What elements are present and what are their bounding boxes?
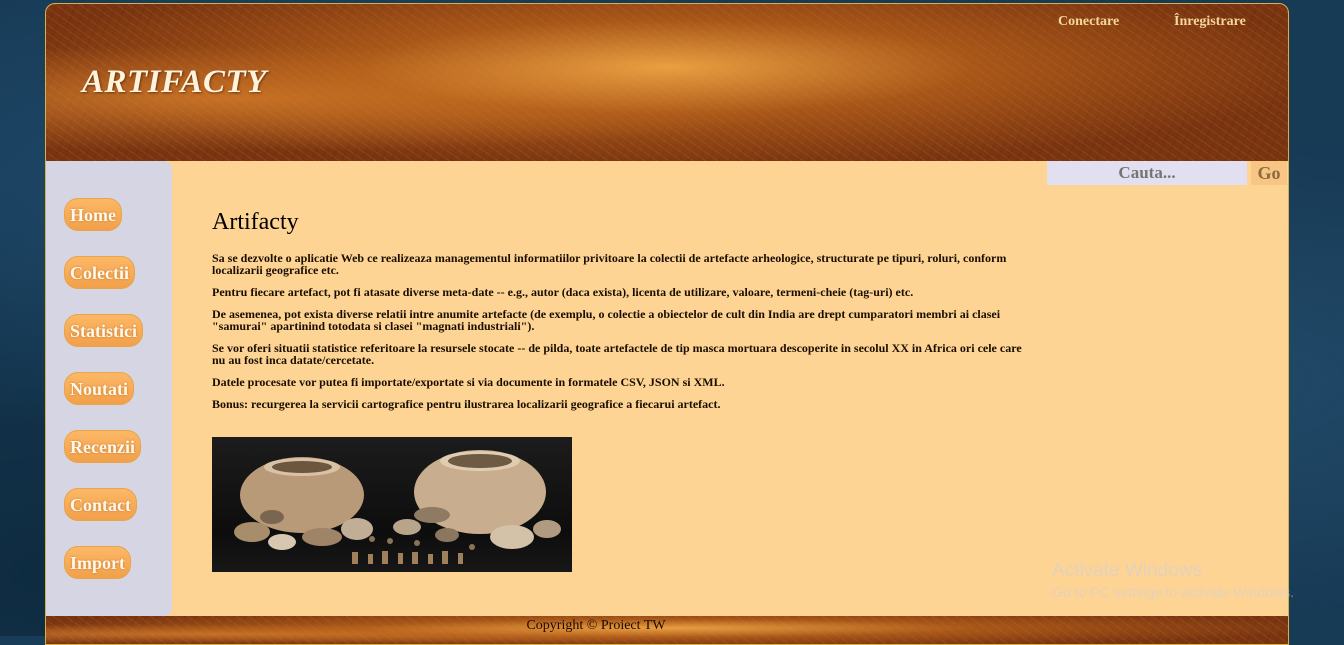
artifacts-photo <box>212 437 572 572</box>
main-content: Artifacty Sa se dezvolte o aplicatie Web… <box>212 209 1022 420</box>
nav-recenzii-button[interactable]: Recenzii <box>64 430 141 463</box>
copyright-text: Copyright © Proiect TW <box>526 618 666 633</box>
import-export-paragraph: Datele procesate vor putea fi importate/… <box>212 375 725 389</box>
intro-paragraph: Sa se dezvolte o aplicatie Web ce realiz… <box>212 251 1007 277</box>
metadata-paragraph: Pentru fiecare artefact, pot fi atasate … <box>212 285 914 299</box>
page-title: Artifacty <box>212 209 299 235</box>
login-link[interactable]: Conectare <box>1058 14 1119 30</box>
register-link[interactable]: Înregistrare <box>1174 14 1246 30</box>
nav-home-button[interactable]: Home <box>64 198 122 231</box>
os-activation-watermark: Activate Windows Go to PC settings to ac… <box>1052 560 1294 600</box>
nav-import-button[interactable]: Import <box>64 546 131 579</box>
nav-statistici-button[interactable]: Statistici <box>64 314 143 347</box>
search-input[interactable] <box>1047 161 1247 185</box>
site-header: ARTIFACTY Conectare Înregistrare <box>46 4 1288 161</box>
search-go-button[interactable]: Go <box>1251 161 1287 185</box>
watermark-subtitle: Go to PC settings to activate Windows. <box>1052 584 1294 600</box>
site-footer: Copyright © Proiect TW <box>46 616 1288 644</box>
nav-contact-button[interactable]: Contact <box>64 488 137 521</box>
statistics-paragraph: Se vor oferi situatii statistice referit… <box>212 341 1022 367</box>
site-logo[interactable]: ARTIFACTY <box>82 64 267 101</box>
relations-paragraph: De asemenea, pot exista diverse relatii … <box>212 307 1001 333</box>
pottery-illustration <box>234 450 561 564</box>
nav-colectii-button[interactable]: Colectii <box>64 256 135 289</box>
nav-noutati-button[interactable]: Noutati <box>64 372 134 405</box>
sidebar-nav: Home Colectii Statistici Noutati Recenzi… <box>46 161 172 616</box>
bonus-paragraph: Bonus: recurgerea la servicii cartografi… <box>212 397 721 411</box>
watermark-title: Activate Windows <box>1052 560 1202 581</box>
page-frame: ARTIFACTY Conectare Înregistrare Home Co… <box>45 3 1289 645</box>
